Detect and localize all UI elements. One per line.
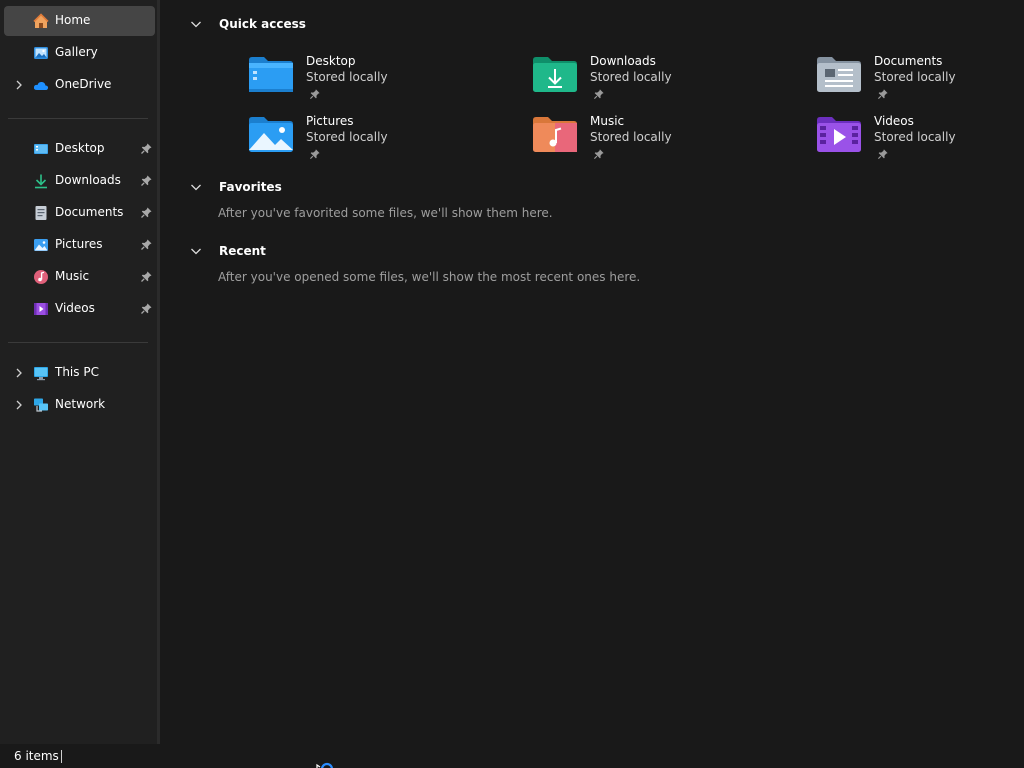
sidebar-item-pictures[interactable]: Pictures bbox=[4, 230, 155, 260]
pin-icon[interactable] bbox=[140, 302, 153, 315]
gallery-icon bbox=[34, 47, 48, 59]
nav-item-label: Home bbox=[55, 13, 91, 27]
downloads-folder-icon bbox=[533, 57, 577, 92]
navigation-pane: Home Gallery OneDrive Desktop Downloads … bbox=[0, 0, 157, 744]
quick-access-item-location: Stored locally bbox=[306, 70, 388, 84]
busy-cursor-icon bbox=[316, 762, 334, 768]
quick-access-item-location: Stored locally bbox=[590, 130, 672, 144]
status-bar: 6 items bbox=[0, 744, 1024, 768]
documents-folder-icon bbox=[817, 57, 861, 92]
downloads-icon bbox=[35, 174, 47, 189]
nav-item-home[interactable]: Home bbox=[4, 6, 155, 36]
section-title: Recent bbox=[219, 244, 266, 258]
chevron-down-icon[interactable] bbox=[189, 244, 203, 258]
pin-icon[interactable] bbox=[140, 238, 153, 251]
music-icon bbox=[34, 270, 48, 284]
chevron-right-icon[interactable] bbox=[12, 398, 26, 412]
quick-access-item-videos[interactable]: Videos Stored locally bbox=[817, 114, 1024, 170]
recent-empty-message: After you've opened some files, we'll sh… bbox=[218, 270, 641, 284]
pin-icon bbox=[593, 89, 604, 100]
sidebar-item-label: Videos bbox=[55, 301, 95, 315]
sidebar-item-label: Desktop bbox=[55, 141, 105, 155]
chevron-right-icon[interactable] bbox=[12, 366, 26, 380]
item-count: 6 items bbox=[14, 749, 59, 763]
chevron-down-icon[interactable] bbox=[189, 180, 203, 194]
nav-item-label: Gallery bbox=[55, 45, 98, 59]
pin-icon bbox=[877, 89, 888, 100]
desktop-folder-icon bbox=[249, 57, 293, 92]
nav-item-gallery[interactable]: Gallery bbox=[4, 38, 155, 68]
quick-access-item-downloads[interactable]: Downloads Stored locally bbox=[533, 54, 773, 110]
content-pane: Quick access Desktop Stored locally Down… bbox=[160, 0, 1024, 744]
pin-icon[interactable] bbox=[140, 270, 153, 283]
quick-access-item-name: Videos bbox=[874, 114, 914, 128]
quick-access-item-music[interactable]: Music Stored locally bbox=[533, 114, 773, 170]
sidebar-item-videos[interactable]: Videos bbox=[4, 294, 155, 324]
sidebar-item-label: Downloads bbox=[55, 173, 121, 187]
nav-item-network[interactable]: Network bbox=[4, 390, 155, 420]
network-icon bbox=[34, 398, 48, 412]
favorites-empty-message: After you've favorited some files, we'll… bbox=[218, 206, 553, 220]
chevron-down-icon[interactable] bbox=[189, 17, 203, 31]
pin-icon[interactable] bbox=[140, 174, 153, 187]
recent-header[interactable]: Recent bbox=[189, 244, 266, 258]
quick-access-item-name: Downloads bbox=[590, 54, 656, 68]
pictures-folder-icon bbox=[249, 117, 293, 152]
quick-access-item-pictures[interactable]: Pictures Stored locally bbox=[249, 114, 489, 170]
sidebar-item-label: Music bbox=[55, 269, 90, 283]
sidebar-item-downloads[interactable]: Downloads bbox=[4, 166, 155, 196]
pictures-icon bbox=[34, 239, 48, 251]
quick-access-item-desktop[interactable]: Desktop Stored locally bbox=[249, 54, 489, 110]
pin-icon[interactable] bbox=[140, 206, 153, 219]
pin-icon bbox=[593, 149, 604, 160]
quick-access-item-location: Stored locally bbox=[590, 70, 672, 84]
pin-icon bbox=[877, 149, 888, 160]
quick-access-item-location: Stored locally bbox=[874, 130, 956, 144]
desktop-icon bbox=[34, 144, 48, 154]
sidebar-item-label: Pictures bbox=[55, 237, 103, 251]
videos-folder-icon bbox=[817, 117, 861, 152]
quick-access-item-name: Music bbox=[590, 114, 625, 128]
sidebar-item-music[interactable]: Music bbox=[4, 262, 155, 292]
pin-icon[interactable] bbox=[140, 142, 153, 155]
nav-item-label: OneDrive bbox=[55, 77, 112, 91]
pin-icon bbox=[309, 149, 320, 160]
videos-icon bbox=[34, 303, 48, 315]
quick-access-item-name: Desktop bbox=[306, 54, 356, 68]
computer-icon bbox=[34, 367, 48, 381]
status-divider bbox=[61, 750, 62, 763]
quick-access-item-documents[interactable]: Documents Stored locally bbox=[817, 54, 1024, 110]
chevron-right-icon[interactable] bbox=[12, 78, 26, 92]
sidebar-divider bbox=[8, 342, 148, 343]
sidebar-item-documents[interactable]: Documents bbox=[4, 198, 155, 228]
quick-access-header[interactable]: Quick access bbox=[189, 17, 306, 31]
section-title: Favorites bbox=[219, 180, 282, 194]
nav-item-this-pc[interactable]: This PC bbox=[4, 358, 155, 388]
sidebar-item-label: Documents bbox=[55, 205, 124, 219]
favorites-header[interactable]: Favorites bbox=[189, 180, 282, 194]
nav-item-onedrive[interactable]: OneDrive bbox=[4, 70, 155, 100]
documents-icon bbox=[35, 206, 47, 220]
onedrive-cloud-icon bbox=[33, 81, 49, 90]
home-icon bbox=[33, 13, 49, 28]
sidebar-item-desktop[interactable]: Desktop bbox=[4, 134, 155, 164]
quick-access-item-name: Pictures bbox=[306, 114, 354, 128]
quick-access-item-location: Stored locally bbox=[306, 130, 388, 144]
sidebar-divider bbox=[8, 118, 148, 119]
nav-item-label: This PC bbox=[55, 365, 99, 379]
quick-access-item-location: Stored locally bbox=[874, 70, 956, 84]
music-folder-icon bbox=[533, 117, 577, 152]
pin-icon bbox=[309, 89, 320, 100]
nav-item-label: Network bbox=[55, 397, 106, 411]
section-title: Quick access bbox=[219, 17, 306, 31]
quick-access-item-name: Documents bbox=[874, 54, 943, 68]
